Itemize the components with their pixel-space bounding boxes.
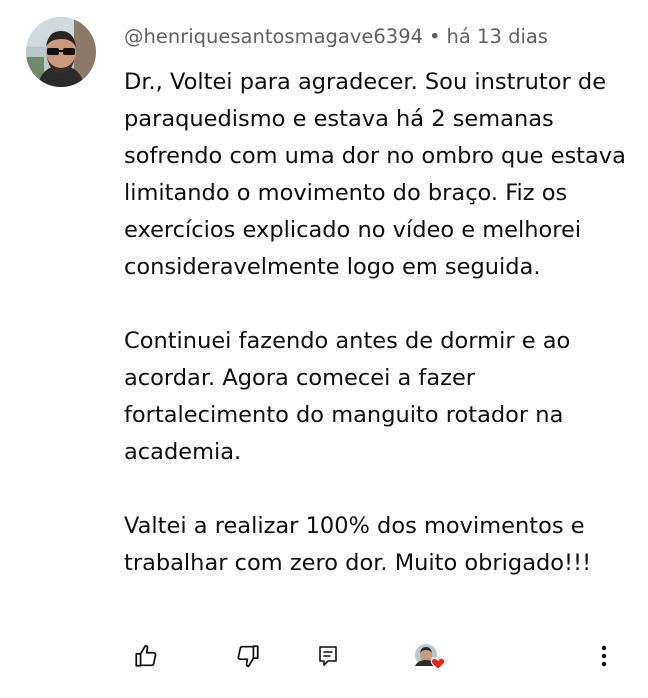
comment-body: Dr., Voltei para agradecer. Sou instruto… — [124, 64, 629, 582]
thumb-down-icon — [235, 643, 261, 669]
reply-button[interactable] — [308, 636, 348, 676]
comment-actions — [0, 636, 648, 676]
comment-timestamp[interactable]: há 13 dias — [447, 25, 548, 48]
creator-heart-badge — [410, 636, 450, 676]
more-options-button[interactable] — [584, 636, 624, 676]
meta-separator: • — [429, 25, 441, 48]
thumb-up-icon — [133, 643, 159, 669]
author-handle[interactable]: @henriquesantosmagave6394 — [124, 25, 423, 48]
comment-paragraph: Valtei a realizar 100% dos movimentos e … — [124, 513, 592, 576]
comment-paragraph: Continuei fazendo antes de dormir e ao a… — [124, 328, 571, 465]
more-vertical-icon — [600, 644, 608, 668]
comment-paragraph: Dr., Voltei para agradecer. Sou instruto… — [124, 69, 626, 280]
comment-header: @henriquesantosmagave6394 • há 13 dias — [124, 24, 548, 50]
author-avatar[interactable] — [26, 17, 96, 87]
creator-heart-icon — [413, 641, 447, 671]
reply-icon — [316, 644, 340, 668]
like-button[interactable] — [126, 636, 166, 676]
dislike-button[interactable] — [228, 636, 268, 676]
